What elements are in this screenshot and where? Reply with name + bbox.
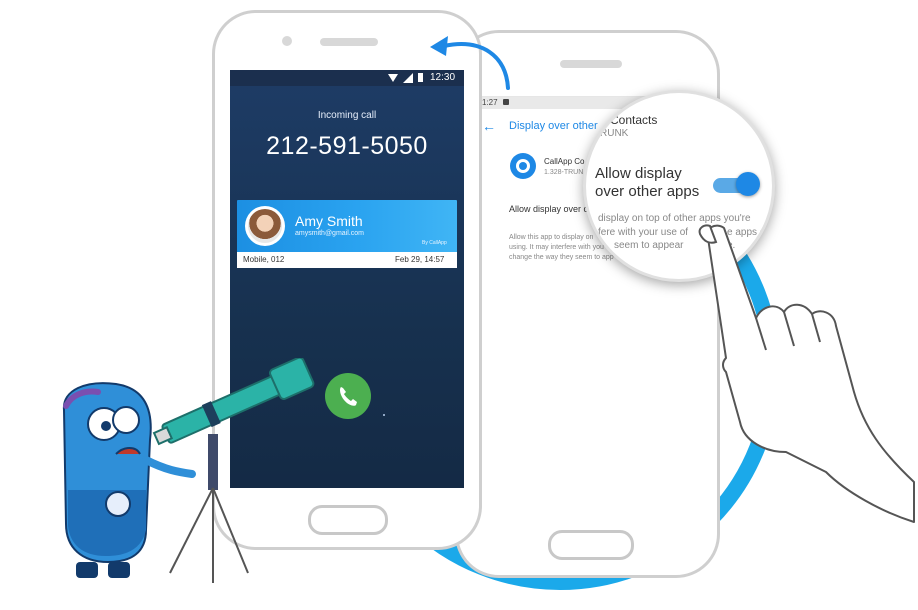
callapp-icon bbox=[510, 153, 536, 179]
toggle-label: Allow display bbox=[595, 165, 682, 182]
notification-icon bbox=[503, 99, 509, 105]
status-time: 1:27 bbox=[482, 98, 498, 107]
setting-description-line2: using. It may interfere with you bbox=[509, 244, 604, 251]
zoom-app-name: Contacts bbox=[610, 113, 658, 127]
app-name: CallApp Co bbox=[544, 157, 585, 166]
toggle-label-line2: over other apps bbox=[595, 183, 700, 200]
app-version: 1.328-TRUN bbox=[544, 169, 584, 176]
wifi-icon bbox=[388, 74, 398, 82]
contact-email: amysmith@gmail.com bbox=[295, 230, 364, 237]
contact-name: Amy Smith bbox=[295, 213, 363, 229]
zoom-description-line2: fere with your use of bbox=[598, 227, 689, 238]
front-camera bbox=[282, 36, 292, 46]
mascot-illustration bbox=[62, 382, 196, 578]
setting-description-line3: change the way they seem to app bbox=[509, 254, 614, 261]
avatar-photo bbox=[248, 209, 282, 243]
curved-arrow-icon bbox=[430, 36, 510, 90]
signal-icon bbox=[403, 73, 413, 83]
setting-description: Allow this app to display on bbox=[509, 234, 594, 241]
card-brand: By CallApp bbox=[422, 240, 447, 246]
back-phone-home-button[interactable] bbox=[548, 530, 634, 560]
call-details-bar: Mobile, 012 Feb 29, 14:57 bbox=[237, 252, 457, 268]
toggle-knob[interactable] bbox=[736, 172, 760, 196]
call-date: Feb 29, 14:57 bbox=[395, 255, 445, 264]
caller-number: 212-591-5050 bbox=[266, 132, 428, 160]
pointing-hand-illustration bbox=[698, 224, 915, 523]
incoming-call-label: Incoming call bbox=[317, 110, 377, 121]
zoom-description-line3: seem to appear bbox=[614, 240, 684, 251]
screen-dot bbox=[383, 414, 385, 416]
call-type: Mobile, 012 bbox=[243, 255, 285, 264]
front-phone-speaker bbox=[320, 38, 378, 46]
settings-title: Display over other bbox=[509, 120, 598, 132]
setting-row-label[interactable]: Allow display over o bbox=[509, 204, 589, 214]
back-phone-speaker bbox=[560, 60, 622, 68]
back-arrow-icon[interactable]: ← bbox=[482, 118, 496, 134]
zoom-app-version: RUNK bbox=[600, 128, 629, 139]
